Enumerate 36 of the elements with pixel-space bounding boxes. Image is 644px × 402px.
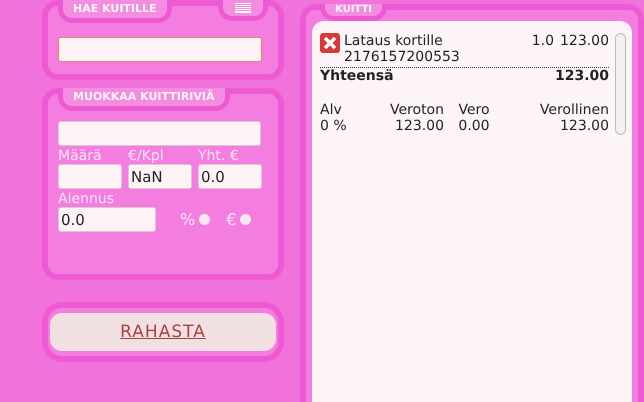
delete-icon[interactable] [320, 33, 340, 53]
search-field[interactable] [58, 37, 262, 62]
menu-icon [235, 3, 251, 13]
field-label: Määrä [58, 148, 103, 164]
column-header: Vero [458, 102, 490, 118]
item-price: 123.00 [560, 33, 609, 49]
panel-title: MUOKKAA KUITTIRIVIÄ [58, 88, 230, 111]
item-name: Lataus kortille [344, 33, 443, 49]
scrollbar[interactable] [615, 33, 626, 135]
field-label: €/Kpl [128, 148, 165, 164]
item-quantity: 1.0 [532, 33, 554, 49]
item-name-field[interactable] [58, 121, 261, 146]
column-header: Veroton [390, 102, 444, 118]
table-cell: 123.00 [560, 118, 609, 134]
column-header: Verollinen [540, 102, 609, 118]
menu-button[interactable] [218, 0, 268, 21]
total-amount: 123.00 [554, 68, 609, 84]
radio-button[interactable] [240, 214, 252, 225]
checkout-button[interactable]: RAHASTA [50, 313, 276, 351]
radio-label: % [180, 210, 196, 229]
total-label: Yhteensä [320, 68, 394, 84]
input-field[interactable]: 0.0 [198, 164, 262, 189]
discount-field[interactable]: 0.0 [58, 207, 156, 232]
field-label: Alennus [58, 191, 114, 207]
item-code: 2176157200553 [344, 49, 461, 65]
radio-label: € [226, 210, 236, 229]
table-cell: 0 % [320, 118, 347, 134]
field-label: Yht. € [198, 148, 240, 164]
input-field[interactable]: NaN [128, 164, 192, 189]
panel-title: KUITTI [320, 4, 388, 21]
table-cell: 123.00 [395, 118, 444, 134]
radio-button[interactable] [199, 214, 210, 225]
table-cell: 0.00 [458, 118, 490, 134]
column-header: Alv [320, 102, 342, 118]
panel-title: HAE KUITILLE [58, 0, 172, 23]
input-field[interactable] [58, 164, 122, 189]
